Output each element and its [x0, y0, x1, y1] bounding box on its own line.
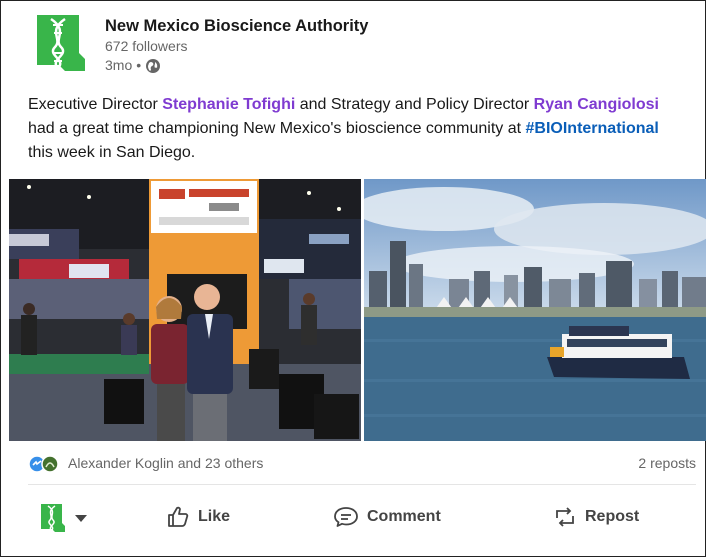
- social-counts: Alexander Koglin and 23 others 2 reposts: [28, 453, 696, 475]
- dna-logo-icon: [37, 15, 85, 71]
- like-icon: [168, 506, 189, 527]
- reposts-count[interactable]: 2 reposts: [638, 455, 696, 471]
- reactions-count[interactable]: Alexander Koglin and 23 others: [68, 455, 263, 471]
- repost-button[interactable]: Repost: [553, 505, 639, 529]
- time-separator: •: [136, 57, 142, 73]
- mention-link[interactable]: Ryan Cangiolosi: [534, 96, 659, 113]
- dna-logo-icon: [41, 504, 65, 532]
- hashtag-link[interactable]: #BIOInternational: [526, 120, 659, 137]
- globe-icon: [146, 58, 161, 73]
- org-logo[interactable]: [35, 13, 87, 73]
- org-name-link[interactable]: New Mexico Bioscience Authority: [105, 15, 368, 37]
- like-button[interactable]: Like: [166, 505, 230, 529]
- post-text-part: Executive Director: [28, 96, 163, 113]
- post-card: New Mexico Bioscience Authority 672 foll…: [0, 0, 706, 557]
- repost-icon: [556, 507, 574, 527]
- comment-icon: [334, 507, 358, 527]
- chevron-down-icon: [75, 515, 87, 522]
- conference-booth-photo[interactable]: [9, 179, 361, 441]
- follower-count: 672 followers: [105, 38, 188, 54]
- post-time-row: 3mo •: [105, 56, 368, 75]
- actor-switcher[interactable]: [40, 503, 88, 533]
- post-text-part: and Strategy and Policy Director: [295, 96, 534, 113]
- san-diego-bay-photo[interactable]: [364, 179, 706, 441]
- post-time: 3mo: [105, 57, 133, 73]
- comment-label: Comment: [367, 508, 441, 525]
- post-text-part: this week in San Diego.: [28, 144, 196, 161]
- post-body: Executive Director Stephanie Tofighi and…: [28, 93, 688, 165]
- action-bar: Like Comment Repost: [28, 497, 696, 543]
- comment-button[interactable]: Comment: [333, 505, 441, 529]
- divider: [28, 484, 696, 485]
- reaction-icons[interactable]: [28, 455, 64, 473]
- post-meta: New Mexico Bioscience Authority 672 foll…: [105, 15, 368, 75]
- repost-label: Repost: [585, 508, 640, 525]
- mention-link[interactable]: Stephanie Tofighi: [162, 96, 295, 113]
- like-label: Like: [198, 508, 231, 525]
- post-text-part: had a great time championing New Mexico'…: [28, 120, 526, 137]
